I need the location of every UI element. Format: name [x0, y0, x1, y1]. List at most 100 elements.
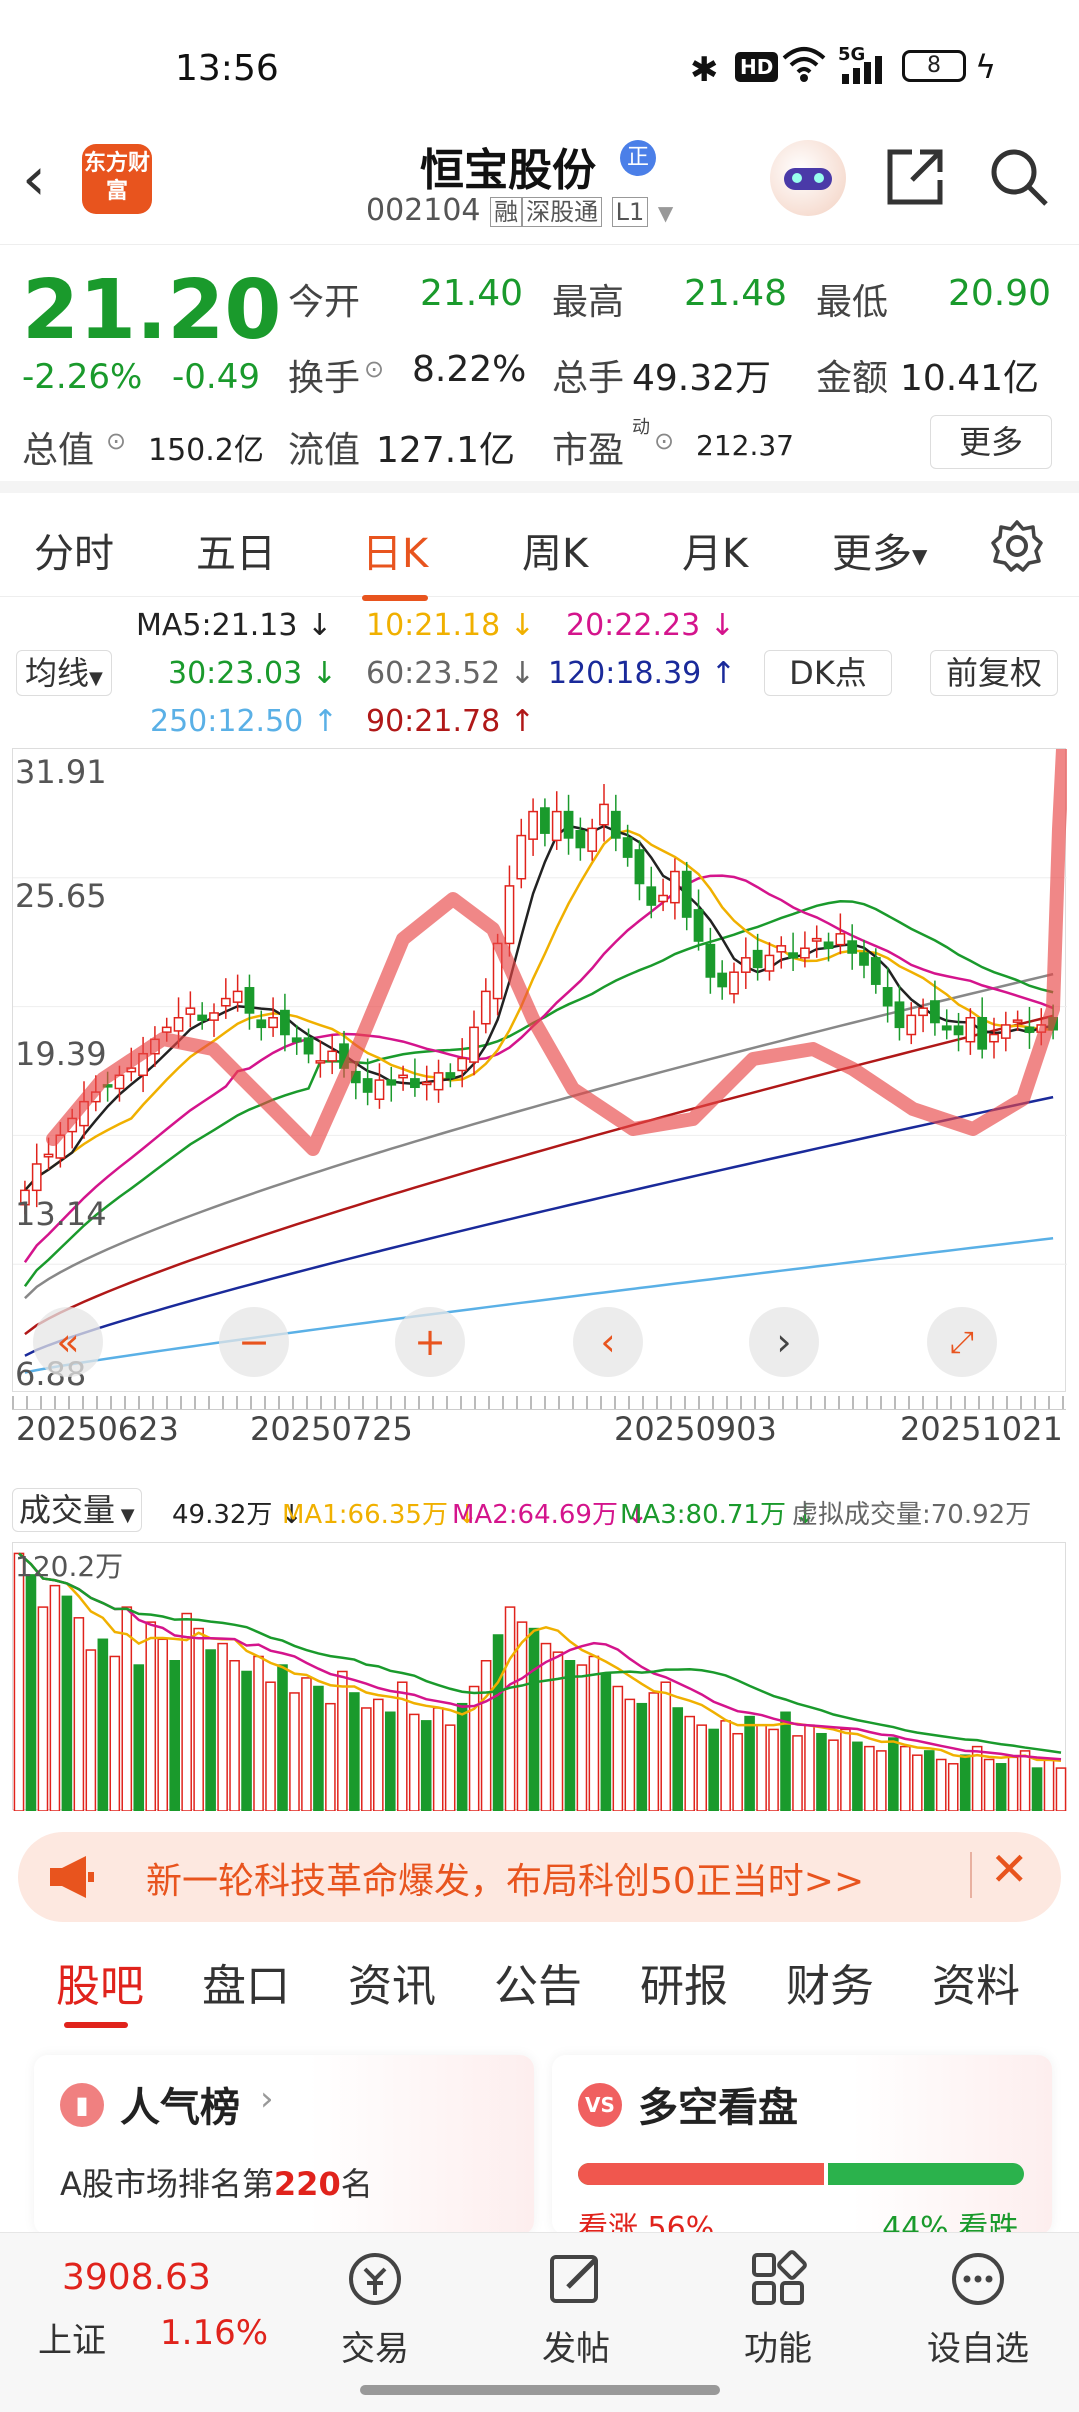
turnover-value: 8.22% — [412, 349, 527, 390]
candle-body — [315, 1060, 326, 1064]
pe-info-icon[interactable]: ⊙ — [654, 427, 674, 455]
tab-more-label: 更多 — [832, 531, 912, 577]
close-icon[interactable]: ✕ — [990, 1842, 1029, 1896]
home-indicator — [360, 2385, 720, 2395]
candle-body — [977, 1016, 988, 1050]
volume-selector-label: 成交量 — [19, 1491, 116, 1529]
adjust-button[interactable]: 前复权 — [930, 650, 1058, 696]
volume-bar — [253, 1655, 264, 1812]
ma250-value: 250:12.50 ↑ — [150, 704, 338, 739]
popularity-card[interactable]: ▮ 人气榜 › A股市场排名第220名 — [34, 2055, 534, 2235]
candle-body — [740, 957, 751, 973]
kline-chart[interactable]: 31.91 25.65 19.39 13.14 6.88 « − + ‹ › ⤢ — [12, 742, 1070, 1393]
tab-weekly-k[interactable]: 周K — [522, 521, 588, 579]
index-change[interactable]: 1.16% — [160, 2313, 268, 2353]
tab-profile[interactable]: 资料 — [932, 1950, 1020, 2014]
kline-svg — [13, 742, 1070, 1374]
candle-body — [303, 1037, 314, 1055]
tab-panko[interactable]: 盘口 — [202, 1950, 290, 2014]
search-icon[interactable] — [988, 146, 1050, 212]
scroll-right-icon[interactable]: › — [749, 1307, 819, 1377]
nav-functions[interactable]: 功能 — [708, 2247, 848, 2370]
candle-body — [185, 1007, 196, 1015]
volume-bar — [708, 1728, 719, 1812]
more-button[interactable]: 更多 — [930, 415, 1052, 469]
candle-body — [622, 837, 633, 858]
dropdown-icon[interactable]: ▼ — [658, 201, 673, 225]
volume-bar — [540, 1642, 552, 1812]
tab-five-day[interactable]: 五日 — [196, 521, 276, 579]
volume-bar — [325, 1702, 336, 1812]
scroll-start-icon[interactable]: « — [33, 1307, 103, 1377]
sentiment-card[interactable]: VS 多空看盘 看涨 56% 44% 看跌 — [552, 2055, 1052, 2246]
turnover-info-icon[interactable]: ⊙ — [364, 355, 384, 383]
volume-bar — [935, 1758, 947, 1812]
volume-bar — [588, 1655, 600, 1812]
volume-bar — [408, 1713, 420, 1812]
gear-icon[interactable] — [990, 519, 1044, 577]
total-value-info-icon[interactable]: ⊙ — [106, 427, 126, 455]
share-icon[interactable] — [884, 146, 946, 212]
tab-news[interactable]: 资讯 — [348, 1950, 436, 2014]
float-value-label: 流值 — [288, 430, 361, 471]
expand-icon[interactable]: ⤢ — [927, 1307, 997, 1377]
tab-finance[interactable]: 财务 — [786, 1950, 874, 2014]
scroll-left-icon[interactable]: ‹ — [573, 1307, 643, 1377]
candle-body — [386, 1079, 397, 1086]
wifi-icon — [782, 44, 826, 88]
candle-body — [1012, 1019, 1023, 1023]
app-logo[interactable]: 东方财富 — [82, 144, 152, 214]
tab-timeshare[interactable]: 分时 — [34, 521, 114, 579]
banner-divider — [970, 1852, 972, 1898]
ranking-icon: ▮ — [60, 2083, 104, 2127]
dk-point-button[interactable]: DK点 — [764, 650, 892, 696]
volume-bar — [768, 1728, 779, 1812]
volume-selector[interactable]: 成交量 ▼ — [12, 1488, 142, 1532]
nav-trade[interactable]: 交易 — [305, 2247, 445, 2370]
index-value[interactable]: 3908.63 — [62, 2257, 211, 2298]
candle-body — [469, 1026, 479, 1063]
tab-announcements[interactable]: 公告 — [494, 1950, 582, 2014]
tab-daily-k[interactable]: 日K — [362, 521, 429, 601]
tab-monthly-k[interactable]: 月K — [682, 521, 748, 579]
quote-panel: 21.20 -2.26% -0.49 今开 21.40 最高 21.48 最低 … — [0, 245, 1079, 493]
candle-body — [906, 1014, 917, 1036]
tab-more[interactable]: 更多▼ — [832, 521, 927, 579]
candle-body — [764, 954, 775, 972]
volume-bar — [157, 1638, 169, 1812]
zoom-out-icon[interactable]: − — [219, 1307, 289, 1377]
megaphone-icon — [46, 1854, 96, 1904]
tag-margin: 融 — [490, 197, 523, 227]
amount-label: 金额 — [816, 358, 889, 399]
candle-body — [646, 886, 657, 906]
candle-body — [410, 1078, 420, 1089]
nav-post[interactable]: 发帖 — [506, 2247, 646, 2370]
promo-banner[interactable]: 新一轮科技革命爆发，布局科创50正当时>> ✕ — [18, 1832, 1061, 1922]
volume-bar — [37, 1606, 49, 1812]
candle-body — [575, 830, 586, 849]
volume-bar — [444, 1724, 456, 1812]
candle-body — [788, 952, 798, 959]
hd-icon: HD — [735, 52, 779, 82]
volume-chart[interactable]: 120.2万 — [12, 1542, 1067, 1812]
candle-body — [173, 1016, 184, 1032]
zoom-in-icon[interactable]: + — [395, 1307, 465, 1377]
candle-body — [232, 990, 243, 1003]
volume-bar — [289, 1692, 300, 1812]
ma10-value: 10:21.18 ↓ — [366, 608, 535, 643]
volume-bar — [384, 1711, 396, 1812]
tab-guba[interactable]: 股吧 — [56, 1950, 144, 2014]
tab-research[interactable]: 研报 — [640, 1950, 728, 2014]
candle-body — [894, 1001, 905, 1029]
volume-bar — [672, 1707, 684, 1812]
app-logo-text: 东方财富 — [83, 151, 150, 204]
robot-assistant-icon[interactable] — [770, 140, 846, 216]
ma-selector[interactable]: 均线▼ — [16, 650, 112, 696]
nav-watchlist[interactable]: 设自选 — [908, 2247, 1048, 2370]
volume-ma3: MA3:80.71万 ↓ — [620, 1500, 817, 1530]
volume-bar — [480, 1660, 492, 1812]
index-name[interactable]: 上证 — [38, 2313, 106, 2362]
candle-body — [610, 810, 621, 839]
volume-bar — [396, 1681, 408, 1812]
back-icon[interactable]: ‹ — [22, 144, 46, 214]
